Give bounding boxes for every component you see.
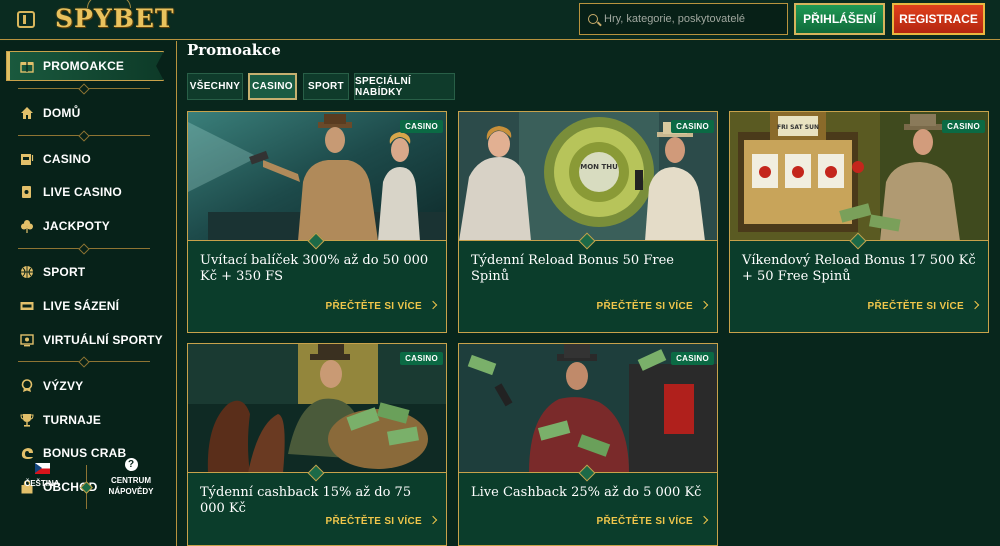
tab-sport[interactable]: SPORT [303, 73, 349, 100]
read-more-link[interactable]: PŘEČTĚTE SI VÍCE [597, 301, 707, 312]
sidebar-item-label: SPORT [43, 265, 86, 279]
sidebar-item-turnaje[interactable]: TURNAJE [20, 409, 170, 431]
read-more-link[interactable]: PŘEČTĚTE SI VÍCE [597, 516, 707, 527]
promo-image-slot-machine: FRI SAT SUN CASINO [730, 112, 988, 241]
sidebar-divider [18, 361, 150, 362]
sidebar-item-label: LIVE CASINO [43, 185, 122, 199]
logo[interactable]: SPYBET [55, 0, 175, 38]
sidebar-bottom-divider [86, 465, 87, 509]
help-label-line1: CENTRUM [111, 476, 151, 485]
sidebar-item-label: LIVE SÁZENÍ [43, 299, 120, 313]
tab-specialni-nabidky[interactable]: SPECIÁLNÍ NABÍDKY [354, 73, 455, 100]
promo-title: Týdenní Reload Bonus 50 Free Spinů [471, 253, 674, 284]
medal-icon [20, 379, 34, 393]
slot-sign-text: FRI SAT SUN [777, 124, 819, 131]
promo-card[interactable]: CASINO Live Cashback 25% až do 5 000 Kč … [458, 343, 718, 546]
sidebar-item-virtualni-sporty[interactable]: VIRTUÁLNÍ SPORTY [20, 329, 170, 351]
slot-machine-icon [20, 152, 34, 166]
sidebar-divider [18, 135, 150, 136]
promo-image-vault: MON THU CASINO [459, 112, 717, 241]
category-badge: CASINO [400, 352, 443, 365]
promo-image-money-rain: CASINO [459, 344, 717, 473]
crab-icon [20, 446, 34, 460]
sidebar: PROMOAKCE DOMŮ CASINO LIVE CASINO JACKPO… [0, 41, 177, 546]
vault-dial-text: MON THU [580, 163, 618, 171]
sidebar-item-casino[interactable]: CASINO [20, 148, 170, 170]
sidebar-item-live-sazeni[interactable]: LIVE SÁZENÍ [20, 295, 170, 317]
promo-image-detectives: CASINO [188, 112, 446, 241]
tab-vsechny[interactable]: VŠECHNY [187, 73, 243, 100]
sidebar-item-promoakce[interactable]: PROMOAKCE [20, 55, 170, 77]
promo-card[interactable]: CASINO Týdenní cashback 15% až do 75 000… [187, 343, 447, 546]
sidebar-item-label: CASINO [43, 152, 91, 166]
ball-icon [20, 265, 34, 279]
sidebar-item-label: PROMOAKCE [43, 59, 125, 73]
promo-card[interactable]: FRI SAT SUN CASINO Víkendový Reload Bonu… [729, 111, 989, 333]
language-label: ČEŠTINA [24, 479, 60, 488]
sidebar-item-label: TURNAJE [43, 413, 102, 427]
sidebar-item-sport[interactable]: SPORT [20, 261, 170, 283]
search-input[interactable] [604, 4, 784, 34]
top-header: SPYBET PŘIHLÁŠENÍ REGISTRACE [0, 0, 1000, 40]
promo-title: Live Cashback 25% až do 5 000 Kč [471, 485, 702, 500]
register-button[interactable]: REGISTRACE [892, 3, 985, 35]
promo-card[interactable]: CASINO Uvítací balíček 300% až do 50 000… [187, 111, 447, 333]
sidebar-item-label: VIRTUÁLNÍ SPORTY [43, 333, 163, 347]
home-icon [20, 106, 34, 120]
sidebar-item-domu[interactable]: DOMŮ [20, 102, 170, 124]
promo-title: Víkendový Reload Bonus 17 500 Kč + 50 Fr… [742, 253, 976, 284]
sidebar-divider [18, 88, 150, 89]
sidebar-divider [18, 248, 150, 249]
live-badge-icon [20, 299, 34, 313]
language-switcher[interactable]: ČEŠTINA [24, 463, 60, 489]
clover-icon [20, 219, 34, 233]
promo-title: Týdenní cashback 15% až do 75 000 Kč [200, 485, 412, 516]
category-badge: CASINO [400, 120, 443, 133]
read-more-link[interactable]: PŘEČTĚTE SI VÍCE [326, 516, 436, 527]
sidebar-item-jackpoty[interactable]: JACKPOTY [20, 215, 170, 237]
trophy-icon [20, 413, 34, 427]
category-badge: CASINO [671, 352, 714, 365]
gift-icon [20, 59, 34, 73]
czech-flag-icon [34, 463, 50, 474]
search-box[interactable] [579, 3, 788, 35]
live-casino-icon [20, 185, 34, 199]
question-mark-icon: ? [124, 458, 138, 471]
category-badge: CASINO [671, 120, 714, 133]
help-label-line2: NÁPOVĚDY [108, 487, 154, 496]
login-button[interactable]: PŘIHLÁŠENÍ [794, 3, 885, 35]
page-title: Promoakce [187, 41, 281, 59]
promo-card[interactable]: MON THU CASINO Týdenní Reload Bonus 50 F… [458, 111, 718, 333]
sidebar-item-label: DOMŮ [43, 106, 81, 120]
category-badge: CASINO [942, 120, 985, 133]
promo-title: Uvítací balíček 300% až do 50 000 Kč + 3… [200, 253, 429, 284]
sidebar-item-live-casino[interactable]: LIVE CASINO [20, 181, 170, 203]
promo-image-money-bag: CASINO [188, 344, 446, 473]
virtual-sports-icon [20, 333, 34, 347]
sidebar-toggle-icon[interactable] [17, 11, 35, 28]
sidebar-item-vyzvy[interactable]: VÝZVY [20, 375, 170, 397]
search-icon [588, 14, 598, 24]
help-center-link[interactable]: ? CENTRUM NÁPOVĚDY [105, 458, 157, 497]
sidebar-item-label: JACKPOTY [43, 219, 110, 233]
read-more-link[interactable]: PŘEČTĚTE SI VÍCE [326, 301, 436, 312]
logo-text: SPYBET [55, 4, 175, 33]
read-more-link[interactable]: PŘEČTĚTE SI VÍCE [868, 301, 978, 312]
sidebar-item-label: VÝZVY [43, 379, 84, 393]
tab-casino[interactable]: CASINO [248, 73, 297, 100]
